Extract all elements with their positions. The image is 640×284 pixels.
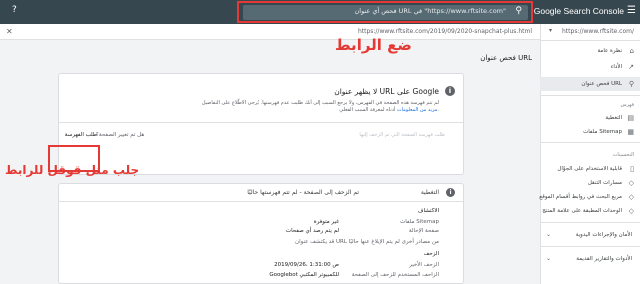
section-enhancements: التحسينات: [612, 152, 634, 158]
sidebar-item-label: الأداء: [610, 64, 622, 70]
help-icon[interactable]: ?: [12, 5, 17, 15]
product-icon: ◇: [628, 207, 634, 215]
sidebar-item-label: مربع البحث في روابط أقسام الموقع: [539, 194, 622, 200]
sidebar-item-mobile-usability[interactable]: ▯ قابلية الاستخدام على الجوّال: [540, 162, 640, 176]
menu-icon[interactable]: ☰: [627, 4, 636, 18]
annotation-box-search: [237, 1, 533, 23]
sidebar-item-overview[interactable]: ⌂ نظرة عامة: [540, 44, 640, 58]
divider: [540, 142, 640, 143]
sidebar-item-sitelinks-searchbox[interactable]: ◇ مربع البحث في روابط أقسام الموقع: [539, 190, 640, 204]
app-brand: Google Search Console: [533, 6, 624, 16]
coverage-value: تم الزحف إلى الصفحة - لم تتم فهرستها حال…: [247, 189, 359, 196]
section-discovery: الاكتشاف: [417, 208, 439, 214]
trending-icon: ↗: [628, 63, 634, 71]
info-icon: i: [445, 86, 455, 96]
detail-label: الزحف الأخير: [409, 262, 439, 268]
close-icon[interactable]: ✕: [6, 27, 13, 36]
detail-value: لم يتم رصد أي صفحات: [285, 228, 339, 234]
section-crawl: الزحف: [423, 251, 439, 257]
status-description-2: مزيد من المعلومات أدناه لمعرفة السبب الف…: [339, 107, 439, 113]
sidebar-item-label: التغطية: [605, 115, 622, 121]
status-headline: لا يظهر عنوان URL على Google: [334, 87, 439, 96]
coverage-label: التغطية: [420, 189, 439, 196]
sidebar-item-performance[interactable]: ↗ الأداء: [540, 60, 640, 74]
home-icon: ⌂: [629, 47, 634, 55]
sidebar-item-coverage[interactable]: ▤ التغطية: [540, 111, 640, 125]
breadcrumb-icon: ◇: [628, 179, 634, 187]
divider: [540, 40, 640, 41]
sidebar-group-label: الأدوات والتقارير القديمة: [576, 256, 632, 262]
inspected-url-bar: ✕ https://www.rftsite.com/2019/09/2020-s…: [0, 24, 540, 40]
sidebar-item-label: ملفات Sitemap: [583, 129, 622, 135]
chevron-down-icon: ⌄: [546, 255, 552, 262]
sidebar-group-security[interactable]: ⌄ الأمان والإجراءات اليدوية: [540, 228, 640, 242]
sidebar-item-breadcrumbs[interactable]: ◇ مسارات التنقل: [540, 176, 640, 190]
annotation-search-note: ضع الرابط: [335, 36, 412, 54]
sidebar-group-legacy-tools[interactable]: ⌄ الأدوات والتقارير القديمة: [540, 252, 640, 266]
chevron-down-icon: ⌄: [546, 231, 552, 238]
detail-label: الزاحف المستخدم للزحف إلى الصفحة: [351, 272, 439, 278]
search-icon: ⚲: [628, 80, 634, 88]
status-description: لم تتم فهرسة هذه الصفحة في الفهرس، ولا ي…: [201, 100, 439, 106]
inspected-url: https://www.rftsite.com/2019/09/2020-sna…: [357, 28, 532, 35]
sidebar-item-url-inspection[interactable]: ⚲ فحص عنوان URL: [540, 77, 640, 91]
detail-label: صفحة الإحالة: [408, 228, 439, 234]
annotation-request-note: جلب مثل قوقل للرابط: [5, 163, 140, 177]
sidebar-item-label: قابلية الاستخدام على الجوّال: [557, 166, 622, 172]
sidebar-item-label: الوحدات المطبقة على علامة المنتج: [542, 208, 622, 214]
page-title: فحص عنوان URL: [480, 54, 532, 62]
sidebar-item-sitemaps[interactable]: ▦ ملفات Sitemap: [540, 125, 640, 139]
section-index: فهرس: [620, 102, 634, 108]
property-selector[interactable]: https://www.rftsite.com/: [562, 28, 634, 35]
sidebar-item-label: فحص عنوان URL: [581, 81, 622, 87]
coverage-card: i التغطية تم الزحف إلى الصفحة - لم تتم ف…: [58, 183, 464, 284]
detail-label: ملفات Sitemap: [400, 219, 439, 225]
detail-value: غير متوفرة: [313, 219, 339, 225]
searchbox-icon: ◇: [628, 193, 634, 201]
index-status-card: i لا يظهر عنوان URL على Google لم تتم فه…: [58, 73, 464, 175]
request-indexing-disabled: طلب فهرسة الصفحة التي تم الزحف إليها: [359, 132, 445, 138]
discovery-note: قد يكتشف عنوان URL من مصادر أخرى لم يتم …: [295, 239, 439, 245]
test-live-url-button[interactable]: هل تم تغيير الصفحة؟: [96, 132, 144, 138]
sidebar-item-label: نظرة عامة: [597, 48, 622, 54]
mobile-icon: ▯: [630, 165, 634, 173]
sidebar: ▾ https://www.rftsite.com/ ⌂ نظرة عامة ↗…: [539, 24, 640, 284]
learn-more-link[interactable]: مزيد من المعلومات: [397, 107, 437, 113]
sidebar-item-products[interactable]: ◇ الوحدات المطبقة على علامة المنتج: [540, 204, 640, 218]
divider: [59, 122, 463, 123]
coverage-header[interactable]: i التغطية تم الزحف إلى الصفحة - لم تتم ف…: [59, 184, 463, 202]
coverage-icon: ▤: [627, 114, 634, 122]
detail-value: 2019/09/26، 1:31:00 ص: [274, 262, 339, 268]
divider: [540, 246, 640, 247]
property-icon: ▾: [548, 27, 552, 34]
info-icon: i: [446, 188, 455, 197]
sitemap-icon: ▦: [627, 128, 634, 136]
divider: [540, 95, 640, 96]
detail-value: Googlebot للكمبيوتر المكتبي: [269, 272, 339, 278]
sidebar-item-label: مسارات التنقل: [587, 180, 622, 186]
sidebar-group-label: الأمان والإجراءات اليدوية: [575, 232, 632, 238]
divider: [540, 222, 640, 223]
